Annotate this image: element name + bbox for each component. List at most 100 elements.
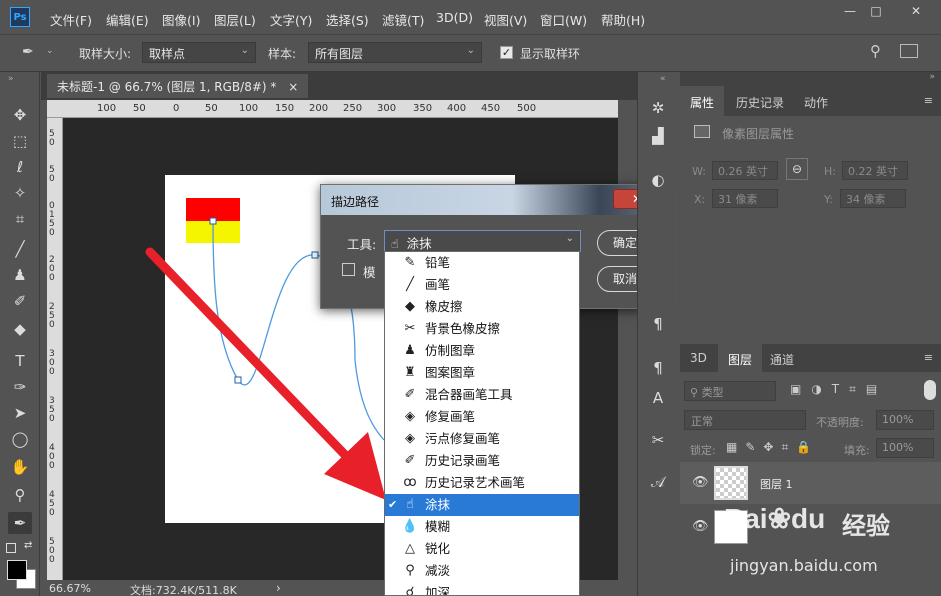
properties-tabbar: 属性 历史记录 动作 ≡: [680, 86, 941, 116]
filter-toggle[interactable]: [924, 380, 936, 400]
panel-menu-icon[interactable]: ≡: [924, 94, 933, 107]
layers-tabbar: 3D 图层 通道 ≡: [680, 344, 941, 374]
layer-thumbnail: [714, 466, 748, 500]
opacity-input[interactable]: 100%: [876, 410, 934, 430]
fill-label: 填充:: [844, 444, 870, 457]
history-brush-icon: ✐: [404, 453, 416, 468]
tab-layers[interactable]: 图层: [718, 344, 763, 374]
tool-select[interactable]: ☝ 涂抹 ⌄: [384, 230, 581, 252]
tool-select-value: 涂抹: [406, 236, 432, 251]
dropdown-item[interactable]: ♜ 图案图章: [385, 362, 579, 384]
layer-filter-icons[interactable]: ▣◑T⌗▤: [790, 382, 887, 397]
burn-icon: ☌: [405, 585, 415, 596]
glyphs-icon[interactable]: 𝒜: [646, 470, 670, 494]
layer-name[interactable]: 图层 1: [760, 476, 793, 492]
dropdown-item-selected[interactable]: ✔ ☝ 涂抹: [385, 494, 579, 516]
collapse-icon[interactable]: «: [660, 74, 666, 84]
blend-mode-select[interactable]: 正常: [684, 410, 806, 430]
paragraph-styles-icon[interactable]: ¶: [646, 356, 670, 380]
brush-icon: ╱: [406, 277, 414, 292]
collapse-icon[interactable]: »: [929, 72, 935, 82]
dropdown-item-label: 画笔: [425, 277, 451, 292]
brand-text-2: du: [791, 503, 826, 534]
visibility-eye-icon[interactable]: 👁: [692, 475, 709, 490]
dropdown-item-label: 加深: [425, 585, 451, 596]
dodge-icon: ⚲: [405, 563, 415, 578]
dropdown-item[interactable]: ✂ 背景色橡皮擦: [385, 318, 579, 340]
dropdown-item-label: 模糊: [425, 519, 451, 534]
watermark-cn: 经验: [842, 512, 890, 540]
tab-3d[interactable]: 3D: [680, 344, 717, 374]
anchor-point: [311, 251, 319, 259]
pixel-layer-icon: [694, 125, 710, 138]
dropdown-item[interactable]: ◆ 橡皮擦: [385, 296, 579, 318]
paw-icon: ❀: [767, 503, 792, 534]
tab-channels[interactable]: 通道: [760, 344, 804, 374]
dropdown-item[interactable]: ⚲ 减淡: [385, 560, 579, 582]
w-input[interactable]: 0.26 英寸: [712, 161, 778, 180]
art-history-brush-icon: ꝏ: [403, 475, 417, 490]
dropdown-item-label: 仿制图章: [425, 343, 476, 358]
background-eraser-icon: ✂: [404, 321, 416, 336]
clone-stamp-icon: ♟: [404, 343, 416, 358]
tool-dropdown-list: ✎ 铅笔 ╱ 画笔 ◆ 橡皮擦 ✂ 背景色橡皮擦 ♟ 仿制图章 ♜ 图案图章 ✐ 混合器画笔工…: [384, 251, 580, 596]
pencil-icon: ✎: [404, 255, 416, 270]
character-styles-icon[interactable]: A: [646, 386, 670, 410]
y-label: Y:: [824, 193, 833, 206]
doc-info: 文档:732.4K/511.8K: [130, 584, 237, 596]
simulate-pressure-checkbox[interactable]: [342, 263, 355, 276]
layer-filter-select[interactable]: ⚲ 类型: [684, 381, 776, 401]
panel-menu-icon[interactable]: ≡: [924, 351, 933, 364]
dropdown-item-label: 铅笔: [425, 255, 451, 270]
dropdown-item[interactable]: ꝏ 历史记录艺术画笔: [385, 472, 579, 494]
navigator-icon[interactable]: ✲: [646, 96, 670, 120]
mixer-brush-icon: ✐: [404, 387, 416, 402]
dropdown-item[interactable]: ♟ 仿制图章: [385, 340, 579, 362]
dropdown-item[interactable]: ◈ 修复画笔: [385, 406, 579, 428]
check-icon: ✔: [388, 498, 398, 511]
tab-history[interactable]: 历史记录: [726, 86, 794, 116]
x-input[interactable]: 31 像素: [712, 189, 778, 208]
dropdown-item[interactable]: ✎ 铅笔: [385, 252, 579, 274]
dropdown-item[interactable]: ☌ 加深: [385, 582, 579, 596]
adjustments-icon[interactable]: ◐: [646, 168, 670, 192]
fill-input[interactable]: 100%: [876, 438, 934, 458]
dropdown-item[interactable]: ╱ 画笔: [385, 274, 579, 296]
dropdown-item-label: 涂抹: [425, 497, 451, 512]
dropdown-item[interactable]: ✐ 混合器画笔工具: [385, 384, 579, 406]
brand-text: Bai: [724, 503, 768, 534]
properties-header: 像素图层属性: [722, 127, 795, 141]
tab-properties[interactable]: 属性: [680, 86, 725, 116]
foreground-color[interactable]: [7, 560, 27, 580]
link-icon[interactable]: ⊖: [786, 158, 808, 180]
healing-brush-icon: ◈: [405, 409, 415, 424]
w-label: W:: [692, 165, 706, 178]
dropdown-item[interactable]: △ 锐化: [385, 538, 579, 560]
zoom-level[interactable]: 66.67%: [49, 582, 91, 595]
anchor-point: [234, 376, 242, 384]
dropdown-item-label: 图案图章: [425, 365, 476, 380]
smudge-icon: ☝: [391, 236, 399, 251]
visibility-eye-icon[interactable]: 👁: [692, 519, 709, 534]
paragraph-icon[interactable]: ¶: [646, 312, 670, 336]
lock-icons[interactable]: ▦✎✥⌗🔒: [726, 440, 819, 455]
layer-filter-value: 类型: [701, 386, 724, 399]
lock-label: 锁定:: [690, 444, 716, 457]
dropdown-item[interactable]: 💧 模糊: [385, 516, 579, 538]
layer-row-1[interactable]: 👁 图层 1: [680, 462, 941, 504]
blur-icon: 💧: [401, 519, 419, 534]
status-arrow-icon[interactable]: ›: [276, 581, 281, 595]
h-input[interactable]: 0.22 英寸: [842, 161, 908, 180]
panel-header-strip: »: [680, 72, 941, 86]
histogram-icon[interactable]: ▟: [646, 124, 670, 148]
tools-preset-icon[interactable]: ✂: [646, 428, 670, 452]
dropdown-item[interactable]: ◈ 污点修复画笔: [385, 428, 579, 450]
dropdown-item[interactable]: ✐ 历史记录画笔: [385, 450, 579, 472]
spot-healing-icon: ◈: [405, 431, 415, 446]
tab-actions[interactable]: 动作: [794, 86, 838, 116]
simulate-pressure-label: 模: [363, 265, 376, 280]
y-input[interactable]: 34 像素: [840, 189, 906, 208]
dropdown-item-label: 背景色橡皮擦: [425, 321, 501, 336]
baidu-watermark: Bai❀du 经验 jingyan.baidu.com: [712, 500, 941, 596]
smudge-icon: ☝: [406, 497, 414, 512]
